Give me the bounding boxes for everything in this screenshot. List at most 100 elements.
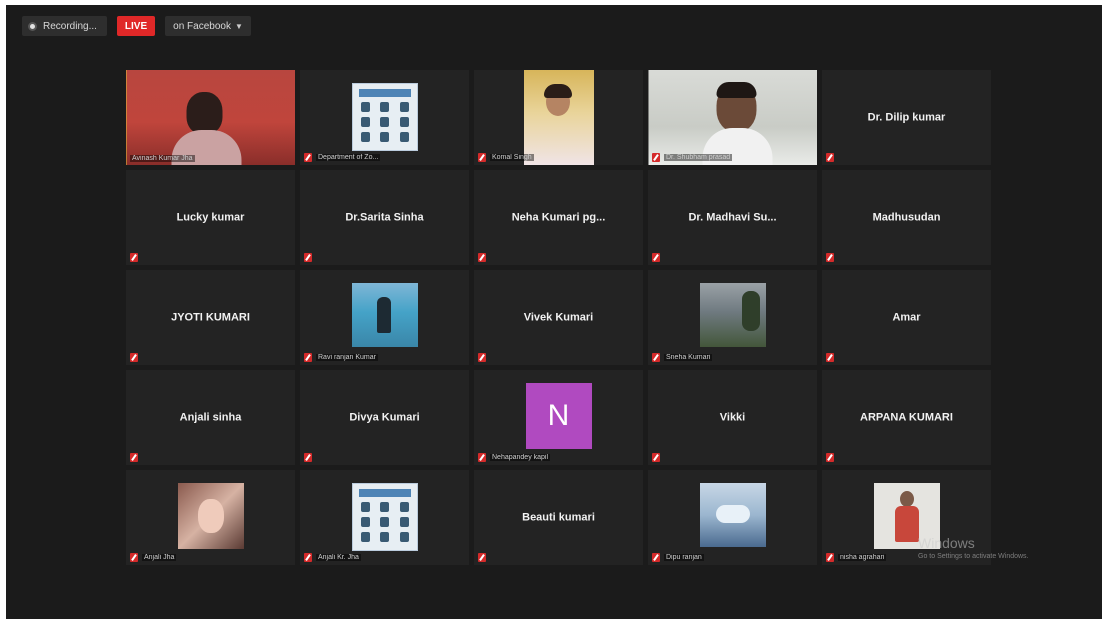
participant-tile[interactable]: Sneha Kumari <box>648 270 817 365</box>
avatar: N <box>525 383 592 449</box>
mic-muted-icon <box>826 553 834 562</box>
mic-muted-icon <box>304 553 312 562</box>
participant-tile[interactable]: Dr. Dilip kumar <box>822 70 991 165</box>
mic-muted-icon <box>478 153 486 162</box>
status-bar: Recording... LIVE on Facebook ▼ <box>22 15 251 37</box>
participant-label: Sneha Kumari <box>652 353 713 362</box>
participant-name: Vikki <box>719 410 746 423</box>
participant-tile[interactable]: Vivek Kumari <box>474 270 643 365</box>
mic-muted-icon <box>826 253 834 262</box>
participant-tile[interactable]: N Nehapandey kapil <box>474 370 643 465</box>
participant-video <box>351 83 418 151</box>
mic-muted-icon <box>304 353 312 362</box>
participant-video <box>523 70 594 165</box>
recording-indicator[interactable]: Recording... <box>22 16 107 36</box>
participant-tile[interactable]: Dr. Shubham prasad <box>648 70 817 165</box>
participant-tile[interactable]: Department of Zo... <box>300 70 469 165</box>
mic-muted-icon <box>304 253 312 262</box>
mic-muted-icon <box>826 453 834 462</box>
participant-name: Dr.Sarita Sinha <box>345 210 424 223</box>
participant-label <box>826 253 834 262</box>
mic-muted-icon <box>652 153 660 162</box>
participant-label <box>826 453 834 462</box>
participant-label <box>304 453 312 462</box>
participant-video <box>177 483 244 549</box>
participant-name: Neha Kumari pg... <box>511 210 606 223</box>
participant-tile[interactable]: Divya Kumari <box>300 370 469 465</box>
participant-video <box>699 283 766 347</box>
participant-name: JYOTI KUMARI <box>171 310 250 323</box>
participant-tile[interactable]: Madhusudan <box>822 170 991 265</box>
participant-tile[interactable]: Dipu ranjan <box>648 470 817 565</box>
participant-tile[interactable]: Vikki <box>648 370 817 465</box>
participant-label <box>652 253 660 262</box>
watermark-subtitle: Go to Settings to activate Windows. <box>918 553 1029 560</box>
participant-label <box>826 353 834 362</box>
participant-name: Dr. Dilip kumar <box>867 110 946 123</box>
participant-label: Anjali Jha <box>130 553 177 562</box>
mic-muted-icon <box>826 353 834 362</box>
mic-muted-icon <box>478 353 486 362</box>
participant-label <box>304 253 312 262</box>
mic-muted-icon <box>652 553 660 562</box>
participant-label-text: Anjali Jha <box>142 554 177 561</box>
participant-name: Lucky kumar <box>176 210 245 223</box>
participant-tile[interactable]: Amar <box>822 270 991 365</box>
participant-name: Madhusudan <box>872 210 941 223</box>
participant-name: Anjali sinha <box>179 410 242 423</box>
participant-label <box>478 253 486 262</box>
mic-muted-icon <box>304 153 312 162</box>
participant-label-text: Ravi ranjan Kumar <box>316 354 378 361</box>
participant-label-text: Sneha Kumari <box>664 354 713 361</box>
mic-muted-icon <box>826 153 834 162</box>
participant-tile[interactable]: Anjali Jha <box>126 470 295 565</box>
live-badge: LIVE <box>116 16 156 36</box>
participant-label-text: Anjali Kr. Jha <box>316 554 361 561</box>
participant-tile[interactable]: Avinash Kumar Jha <box>126 70 295 165</box>
participant-video <box>699 483 766 547</box>
participant-tile[interactable]: Dr. Madhavi Su... <box>648 170 817 265</box>
mic-muted-icon <box>478 553 486 562</box>
participant-label <box>130 353 138 362</box>
participant-label: Dr. Shubham prasad <box>652 153 733 162</box>
participant-name: Amar <box>892 310 921 323</box>
gallery-grid: Avinash Kumar Jha Department of Zo... Ko… <box>126 70 991 567</box>
participant-label: Dipu ranjan <box>652 553 704 562</box>
participant-name: Dr. Madhavi Su... <box>688 210 777 223</box>
participant-label-text: Nehapandey kapil <box>490 454 551 461</box>
participant-tile[interactable]: Anjali sinha <box>126 370 295 465</box>
mic-muted-icon <box>130 353 138 362</box>
mic-muted-icon <box>130 253 138 262</box>
participant-tile[interactable]: Beauti kumari <box>474 470 643 565</box>
participant-label-text: nisha agrahari <box>838 554 887 561</box>
participant-label-text: Avinash Kumar Jha <box>130 155 195 162</box>
participant-tile[interactable]: Komal Singh <box>474 70 643 165</box>
participant-tile[interactable]: Anjali Kr. Jha <box>300 470 469 565</box>
participant-label: Ravi ranjan Kumar <box>304 353 378 362</box>
participant-label: Department of Zo... <box>304 153 381 162</box>
participant-label: Anjali Kr. Jha <box>304 553 361 562</box>
mic-muted-icon <box>304 453 312 462</box>
participant-name: Divya Kumari <box>349 410 420 423</box>
participant-video <box>351 283 418 347</box>
participant-tile[interactable]: ARPANA KUMARI <box>822 370 991 465</box>
participant-label: Nehapandey kapil <box>478 453 551 462</box>
participant-tile[interactable]: Ravi ranjan Kumar <box>300 270 469 365</box>
participant-label-text: Dipu ranjan <box>664 554 704 561</box>
participant-tile[interactable]: Lucky kumar <box>126 170 295 265</box>
participant-label <box>478 553 486 562</box>
activation-watermark: Windows Go to Settings to activate Windo… <box>918 535 1029 560</box>
live-target-label: on Facebook <box>173 20 231 32</box>
participant-tile[interactable]: JYOTI KUMARI <box>126 270 295 365</box>
mic-muted-icon <box>130 453 138 462</box>
participant-name: Vivek Kumari <box>523 310 594 323</box>
mic-muted-icon <box>652 253 660 262</box>
watermark-title: Windows <box>918 535 975 551</box>
record-icon <box>28 21 37 31</box>
live-target-dropdown[interactable]: on Facebook ▼ <box>165 16 251 36</box>
mic-muted-icon <box>652 353 660 362</box>
participant-label-text: Dr. Shubham prasad <box>664 154 733 161</box>
participant-tile[interactable]: Dr.Sarita Sinha <box>300 170 469 265</box>
participant-tile[interactable]: Neha Kumari pg... <box>474 170 643 265</box>
meeting-window: Recording... LIVE on Facebook ▼ Avinash … <box>6 5 1102 619</box>
